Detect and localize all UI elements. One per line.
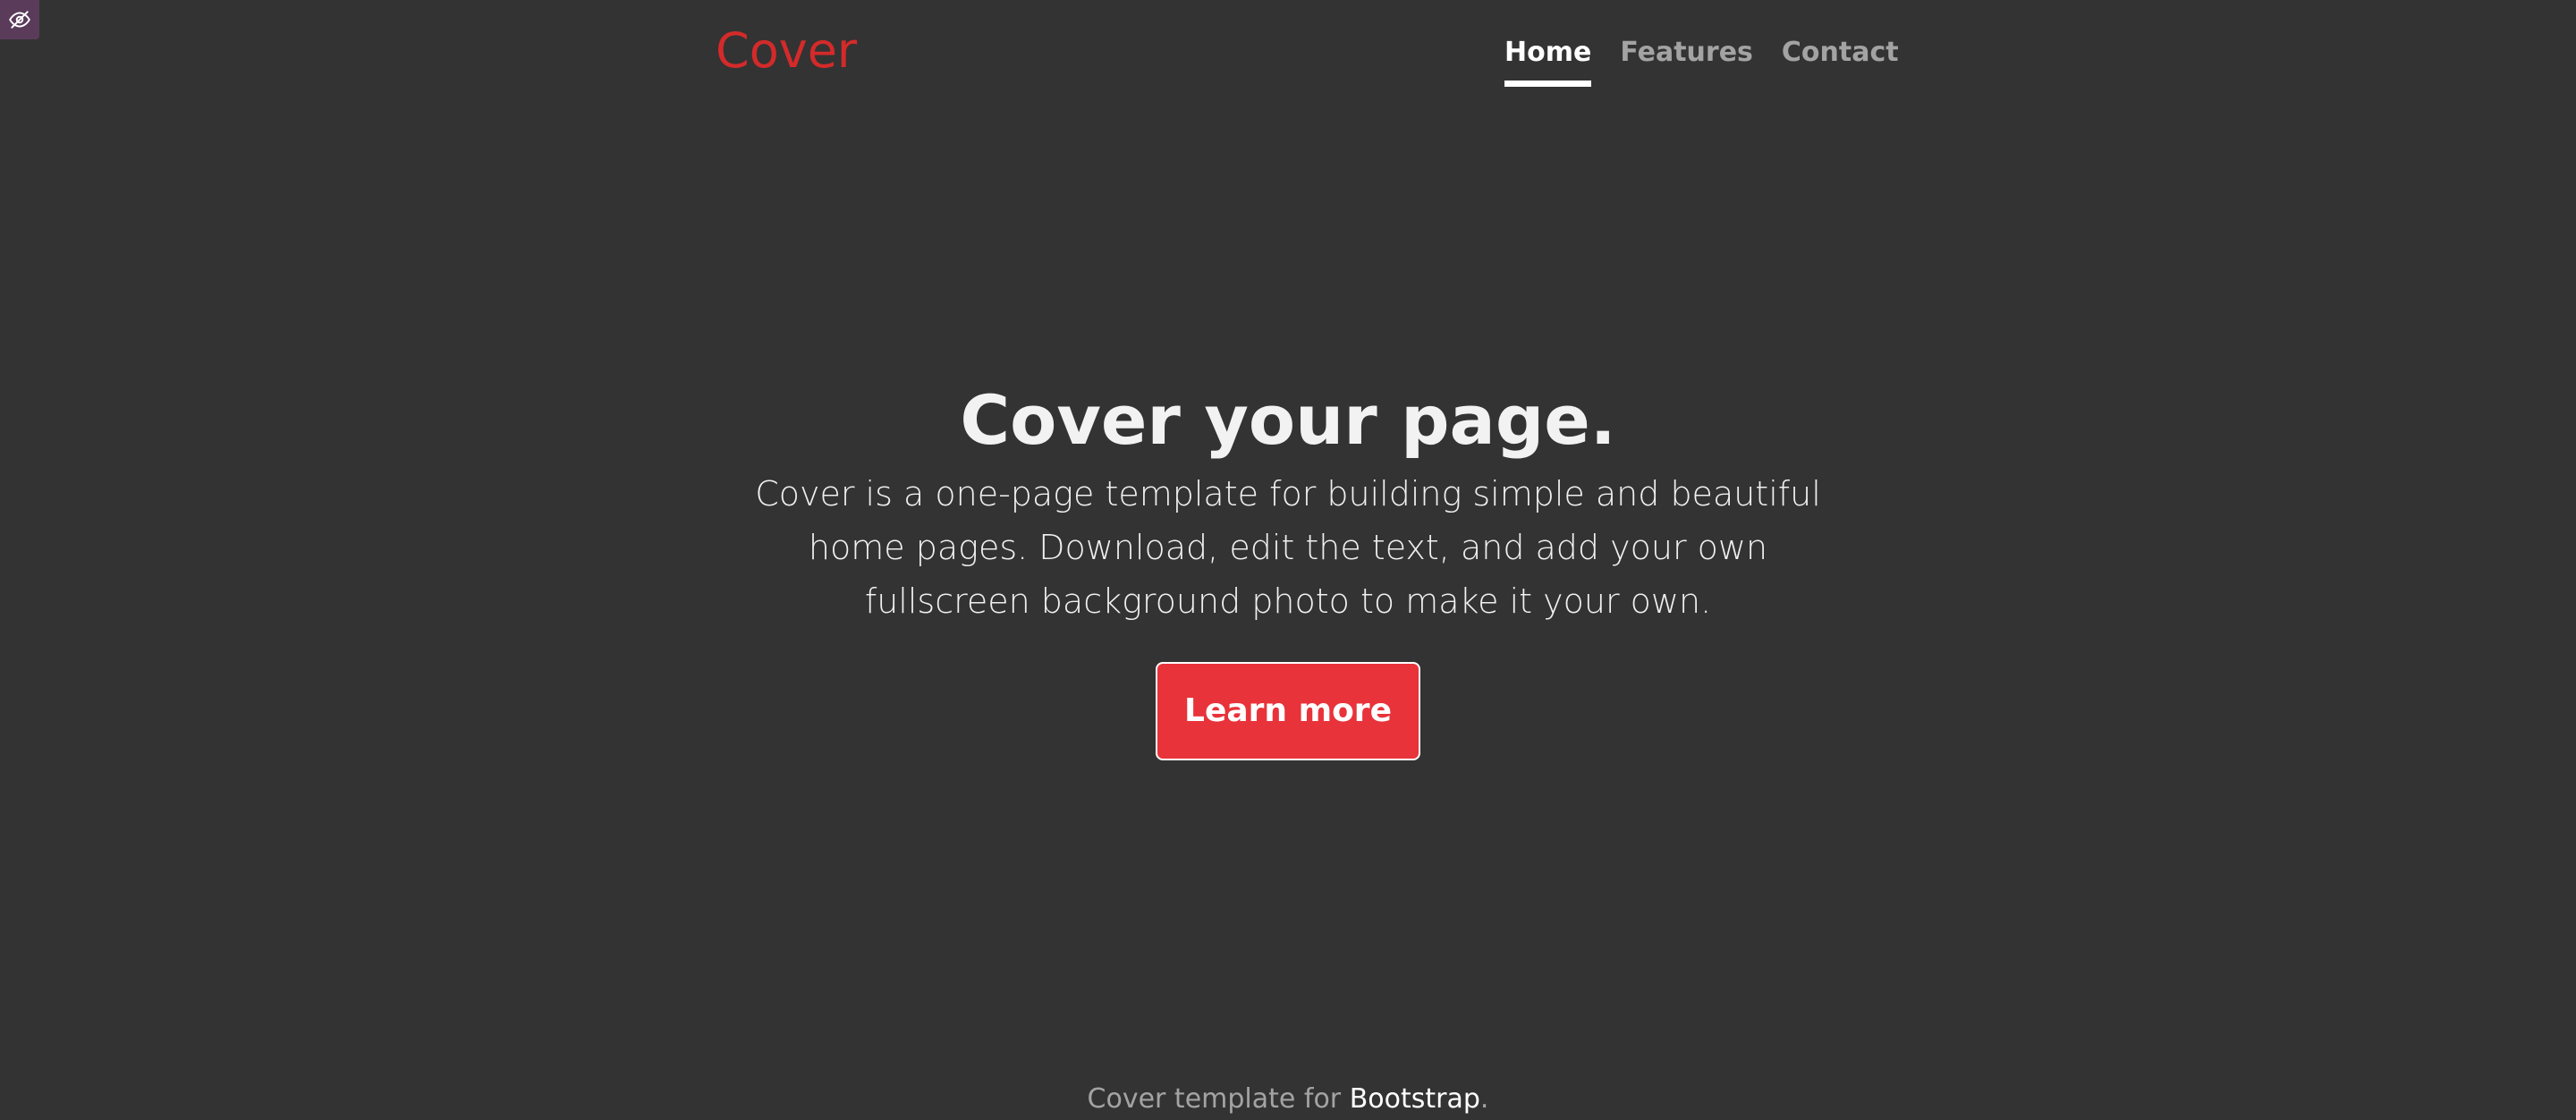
hero-section: Cover your page. Cover is a one-page tem…: [0, 383, 2576, 760]
hero-title: Cover your page.: [960, 380, 1616, 460]
nav-home[interactable]: Home: [1504, 39, 1592, 87]
brand-logo[interactable]: Cover: [716, 27, 857, 75]
hero-description: Cover is a one-page template for buildin…: [755, 473, 1821, 621]
learn-more-button[interactable]: Learn more: [1156, 661, 1420, 760]
footer-prefix: Cover template for: [1087, 1083, 1350, 1115]
bootstrap-link[interactable]: Bootstrap: [1350, 1083, 1480, 1115]
footer-suffix: .: [1479, 1083, 1489, 1115]
corner-badge[interactable]: [0, 0, 39, 39]
eye-slash-icon: [9, 11, 30, 29]
main-nav: Home Features Contact: [1504, 39, 1899, 87]
footer: Cover template for Bootstrap.: [0, 1086, 2576, 1113]
nav-features[interactable]: Features: [1620, 39, 1753, 87]
nav-contact[interactable]: Contact: [1782, 39, 1899, 87]
